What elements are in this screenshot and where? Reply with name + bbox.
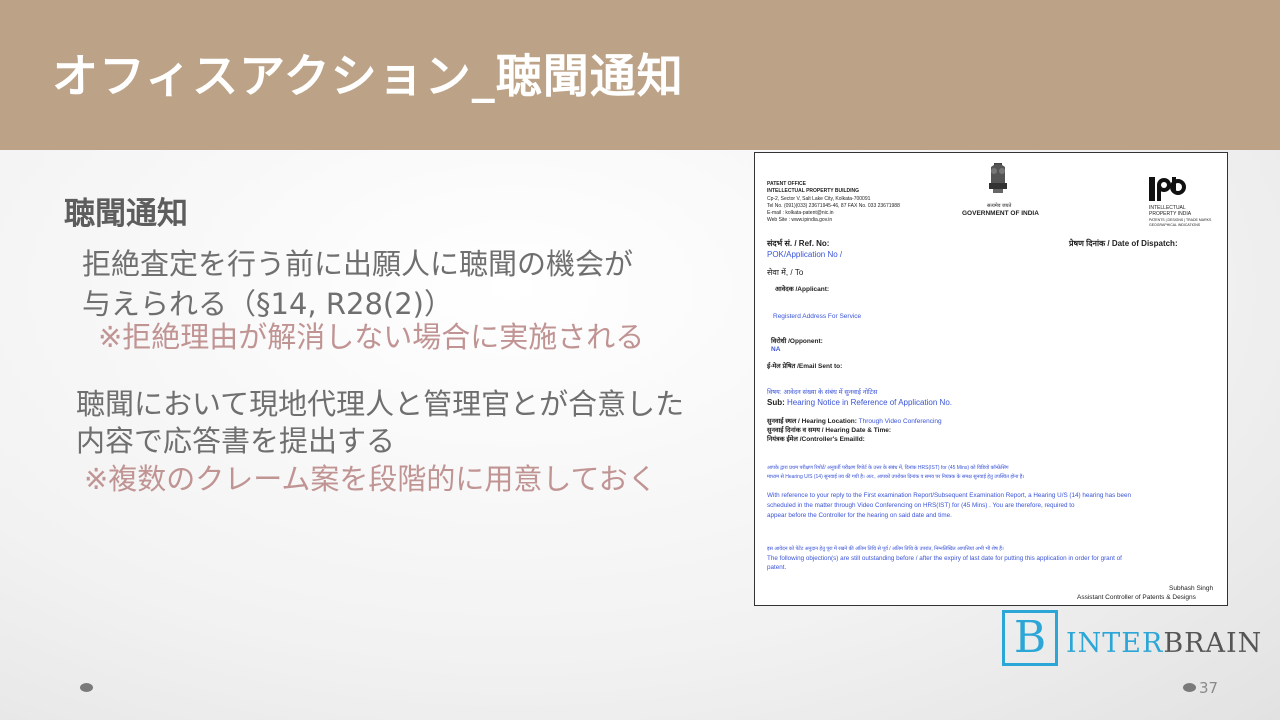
ref-no-label: संदर्भ सं. / Ref. No: (767, 239, 830, 248)
email-sent-label: ई-मेल प्रेषित /Email Sent to: (767, 363, 843, 370)
office-line: PATENT OFFICE (767, 181, 806, 187)
english-paragraph-line: With reference to your reply to the Firs… (767, 492, 1132, 499)
hindi-paragraph-2: माध्यम से Hearing U/S (14) सुनवाई तय की … (767, 474, 1025, 480)
dispatch-date-label: प्रेषण दिनांक / Date of Dispatch: (1069, 239, 1178, 248)
office-line: E-mail : kolkata-patent@nic.in (767, 210, 834, 216)
hearing-notice-document: PATENT OFFICE INTELLECTUAL PROPERTY BUIL… (754, 152, 1228, 606)
signatory-title: Assistant Controller of Patents & Design… (1077, 594, 1196, 601)
government-label: GOVERNMENT OF INDIA (962, 210, 1039, 217)
objection-line: patent. (767, 564, 787, 571)
lion-emblem-icon (989, 163, 1007, 193)
subject-label: Sub: (767, 398, 785, 407)
note-line-1: ※拒絶理由が解消しない場合に実施される (98, 320, 645, 354)
logo-mark: B (1002, 610, 1058, 666)
hearing-location-line: सुनवाई स्थल / Hearing Location: Through … (767, 418, 942, 426)
subject-line: Sub: Hearing Notice in Reference of Appl… (767, 398, 952, 408)
objection-line: The following objection(s) are still out… (767, 555, 1122, 562)
signatory-name: Subhash Singh (1169, 585, 1214, 592)
english-paragraph-line: scheduled in the matter through Video Co… (767, 502, 1075, 509)
body-line-1: 拒絶査定を行う前に出願人に聴聞の機会が (82, 247, 634, 281)
footer-dot-right (1183, 683, 1196, 692)
title-bar: オフィスアクション_聴聞通知 (0, 0, 1280, 150)
logo-text: INTERBRAIN (1066, 628, 1262, 659)
office-line: Cp-2, Sector V, Salt Lake City, Kolkata-… (767, 196, 871, 202)
slide-title: オフィスアクション_聴聞通知 (52, 49, 684, 103)
body-line-3: 聴聞において現地代理人と管理官とが合意した (76, 387, 685, 421)
hindi-paragraph-1: आपके द्वारा प्रथम परीक्षण रिपोर्ट/ अनुवर… (767, 465, 1009, 471)
logo-text-rest: BRAIN (1163, 628, 1263, 659)
office-line: INTELLECTUAL PROPERTY BUILDING (767, 188, 860, 194)
page-number: 37 (1199, 679, 1219, 697)
office-line: Tel No. (091)(033) 23671945-46, 87 FAX N… (767, 203, 900, 209)
controller-email-label: नियंत्रक ईमेल /Controller's EmailId: (767, 436, 865, 443)
subject-value: Hearing Notice in Reference of Applicati… (787, 398, 952, 407)
to-label: सेवा में, / To (767, 268, 804, 277)
hindi-paragraph-3: इस आवेदन को पेटेंट अनुदान हेतु पूरा में … (767, 546, 1004, 552)
section-title: 聴聞通知 (64, 196, 188, 232)
hearing-location-value: Through Video Conferencing (858, 418, 942, 425)
footer-dot-left (80, 683, 93, 692)
body-line-4: 内容で応答書を提出する (76, 424, 396, 458)
opponent-value: NA (771, 346, 781, 353)
opponent-label: विरोधी /Opponent: (771, 338, 823, 345)
applicant-label: आवेदक /Applicant: (775, 286, 830, 293)
english-paragraph-line: appear before the Controller for the hea… (767, 512, 952, 519)
office-line: Web Site : www.ipindia.gov.in (767, 217, 833, 223)
application-no: POK/Application No / (767, 250, 843, 259)
note-line-2: ※複数のクレーム案を段階的に用意しておく (84, 462, 657, 496)
subject-hindi: विषय: आवेदन संख्या के संबंध में सुनवाई न… (767, 389, 878, 396)
interbrain-logo: B INTERBRAIN (1002, 610, 1264, 668)
hearing-date-label: सुनवाई दिनांक व समय / Hearing Date & Tim… (767, 427, 892, 434)
emblem-caption: सत्यमेव जयते (987, 203, 1012, 209)
registered-address-label: Registerd Address For Service (773, 313, 862, 320)
hearing-location-label: सुनवाई स्थल / Hearing Location: (767, 418, 857, 425)
logo-text-accent: INTER (1066, 628, 1164, 659)
ip-india-logo-icon (1149, 177, 1186, 201)
ip-india-line: GEOGRAPHICAL INDICATIONS (1149, 223, 1201, 227)
